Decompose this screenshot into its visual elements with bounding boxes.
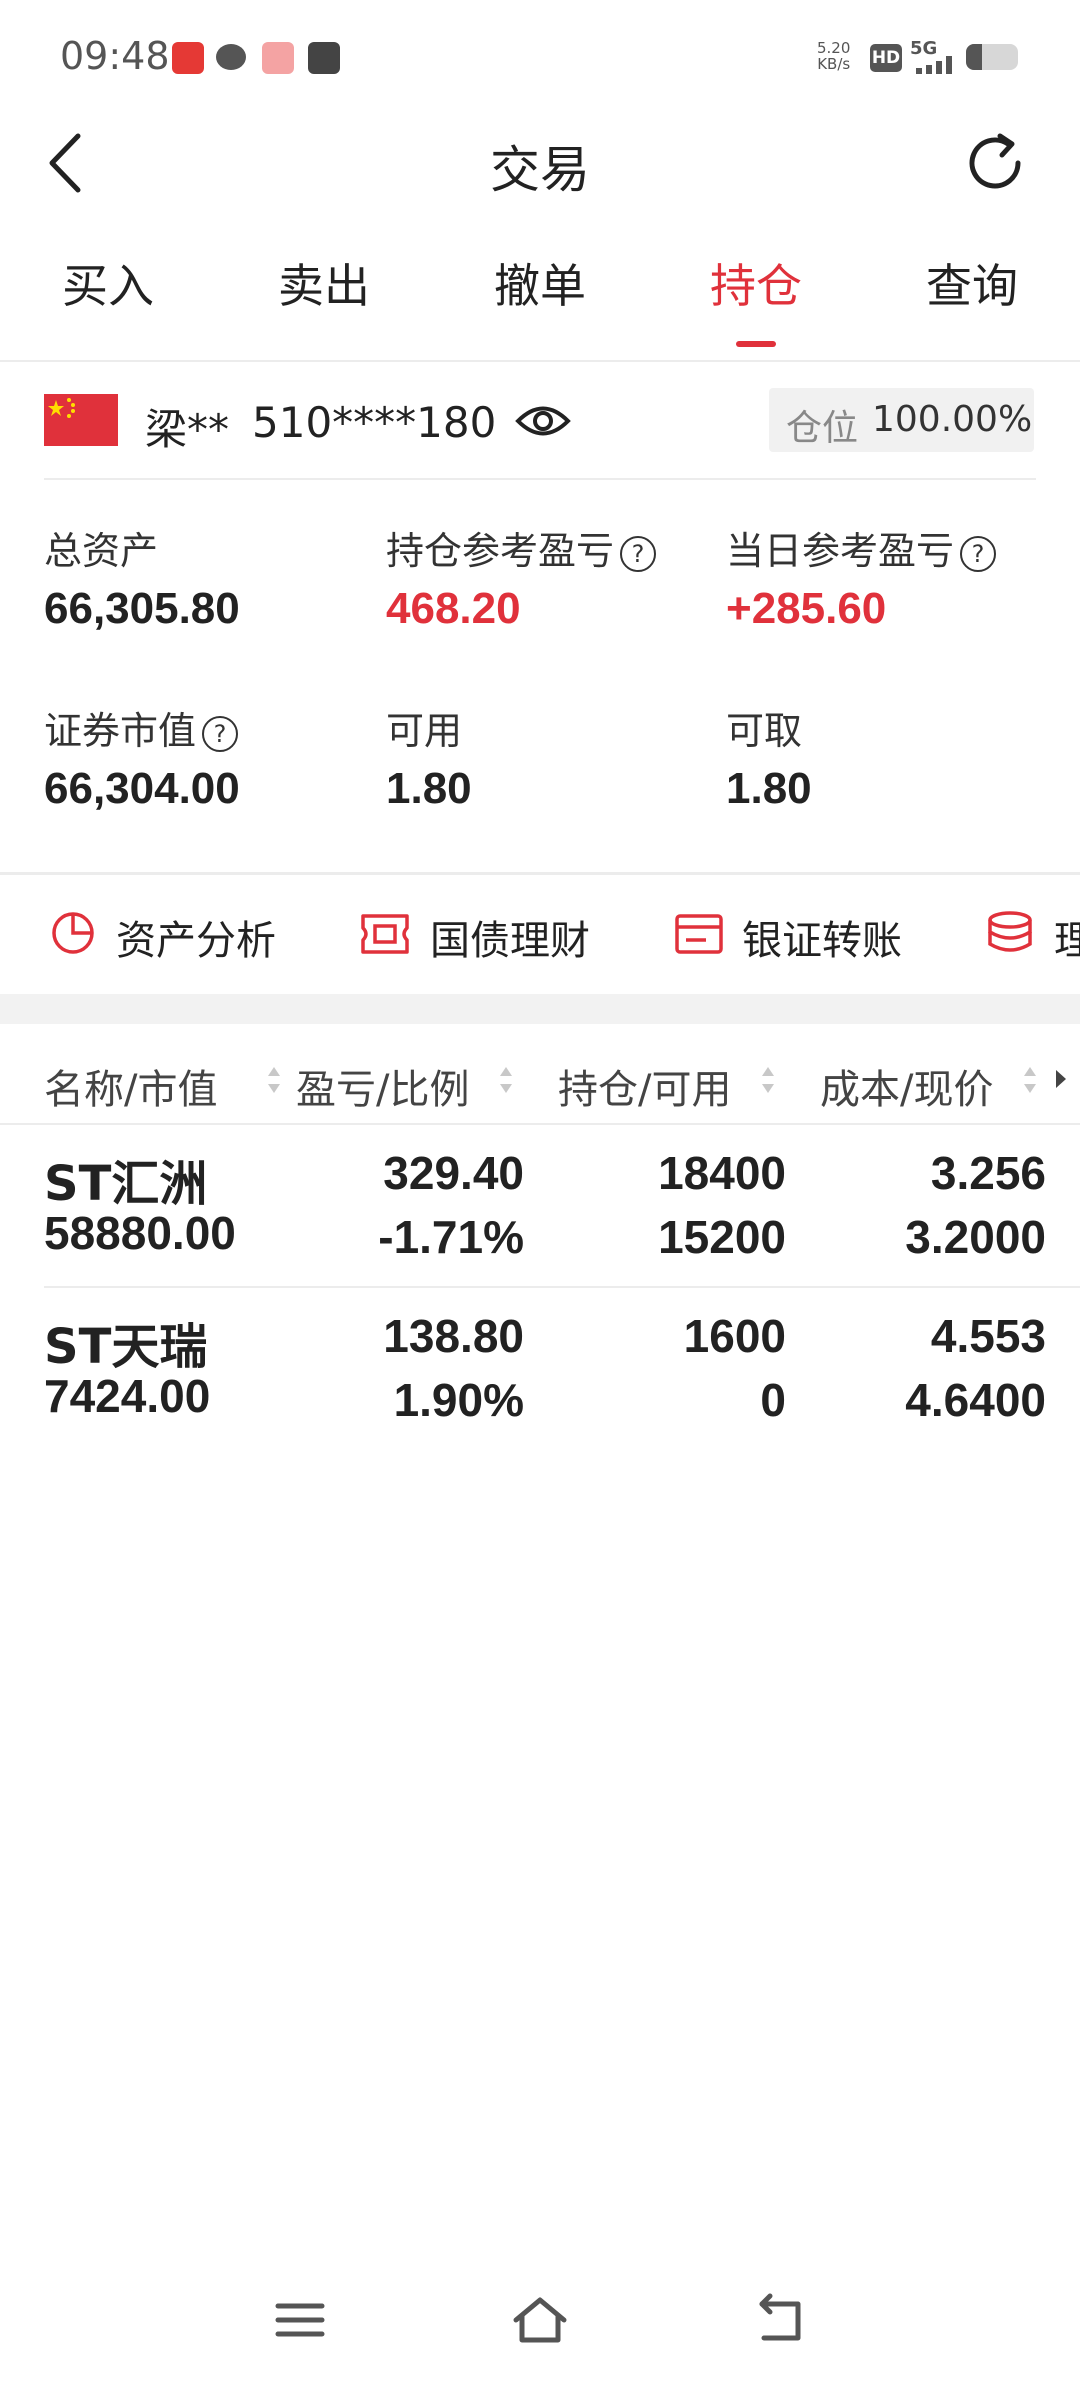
status-bar: 09:48 5.20 KB/s HD 5G — [0, 0, 1080, 110]
available-value: 1.80 — [386, 764, 472, 813]
shopping-bag-icon — [308, 42, 340, 74]
sort-icon[interactable] — [1022, 1064, 1038, 1096]
coins-stack-icon — [988, 911, 1032, 952]
profit-loss-ratio: 1.90% — [393, 1374, 524, 1426]
sort-icon[interactable] — [266, 1064, 282, 1096]
message-icon — [216, 44, 246, 70]
quick-action-asset-analysis[interactable]: 资产分析 — [50, 898, 290, 972]
profit-loss: 138.80 — [383, 1310, 524, 1362]
quick-action-label: 银证转账 — [742, 918, 902, 964]
tab-sell[interactable]: 卖出 — [216, 250, 432, 316]
eye-icon[interactable] — [514, 396, 572, 446]
securities-value-value: 66,304.00 — [44, 764, 240, 813]
daily-pl-label: 当日参考盈亏 — [726, 529, 955, 573]
position-value: 100.00% — [872, 399, 1033, 440]
holding-quantity: 18400 — [658, 1147, 786, 1199]
sort-icon[interactable] — [760, 1064, 776, 1096]
trade-tabs: 买入 卖出 撤单 持仓 查询 — [0, 250, 1080, 360]
daily-pl-label-group: 当日参考盈亏? — [726, 520, 997, 575]
row-divider — [44, 1286, 1080, 1288]
quick-action-label: 资产分析 — [116, 918, 276, 964]
holding-quantity: 1600 — [683, 1310, 786, 1362]
active-tab-indicator — [736, 341, 776, 347]
game-app-icon — [262, 42, 294, 74]
metrics-divider — [0, 872, 1080, 875]
daily-pl-value: +285.60 — [726, 584, 887, 633]
tab-cancel-order[interactable]: 撤单 — [432, 250, 648, 316]
column-header-pl[interactable]: 盈亏/比例 — [296, 1057, 469, 1115]
network-speed-value: 5.20 — [817, 39, 851, 57]
back-nav-icon[interactable] — [750, 2290, 810, 2350]
cost-price: 3.256 — [930, 1147, 1046, 1199]
cost-price: 4.553 — [930, 1310, 1046, 1362]
china-flag-icon — [44, 394, 118, 446]
help-icon[interactable]: ? — [960, 535, 997, 572]
account-id: 510****180 — [252, 398, 497, 447]
column-header-name[interactable]: 名称/市值 — [44, 1057, 217, 1115]
scroll-right-icon[interactable] — [1054, 1068, 1068, 1090]
account-divider — [44, 478, 1036, 480]
section-separator — [0, 994, 1080, 1024]
column-header-cost[interactable]: 成本/现价 — [820, 1057, 993, 1115]
current-price: 4.6400 — [905, 1374, 1046, 1426]
tab-holdings[interactable]: 持仓 — [648, 250, 864, 316]
pie-chart-icon — [52, 912, 94, 954]
account-name: 梁** — [145, 405, 230, 454]
quick-action-label: 国债理财 — [430, 918, 590, 964]
position-label: 仓位 — [786, 408, 859, 449]
available-quantity: 0 — [760, 1374, 786, 1426]
tabs-divider — [0, 360, 1080, 362]
holding-pl-label-group: 持仓参考盈亏? — [386, 520, 657, 575]
refresh-icon[interactable] — [960, 128, 1030, 198]
column-header-holding[interactable]: 持仓/可用 — [558, 1057, 731, 1115]
withdrawable-label: 可取 — [726, 709, 803, 753]
quick-action-label: 理 — [1054, 918, 1080, 964]
total-assets-label: 总资产 — [44, 529, 159, 573]
table-row[interactable]: ST汇洲 58880.00 329.40 -1.71% 18400 15200 … — [0, 1126, 1080, 1286]
signal-icon — [916, 56, 952, 74]
card-transfer-icon — [675, 914, 723, 954]
network-speed: 5.20 KB/s — [817, 40, 850, 72]
current-price: 3.2000 — [905, 1211, 1046, 1263]
securities-value-label-group: 证券市值? — [44, 700, 239, 755]
status-time: 09:48 — [60, 34, 170, 78]
available-label: 可用 — [386, 709, 463, 753]
help-icon[interactable]: ? — [202, 715, 239, 752]
menu-icon[interactable] — [270, 2290, 330, 2350]
available-quantity: 15200 — [658, 1211, 786, 1263]
profit-loss: 329.40 — [383, 1147, 524, 1199]
securities-value-label: 证券市值 — [44, 709, 197, 753]
market-value: 7424.00 — [44, 1370, 211, 1422]
home-icon[interactable] — [510, 2290, 570, 2350]
hd-badge: HD — [870, 44, 902, 72]
quick-action-bank-transfer[interactable]: 银证转账 — [674, 898, 924, 972]
sort-icon[interactable] — [498, 1064, 514, 1096]
battery-level — [966, 44, 982, 70]
battery-icon — [966, 44, 1018, 70]
ticket-icon — [361, 914, 409, 954]
profit-loss-ratio: -1.71% — [378, 1211, 524, 1263]
quick-action-more[interactable]: 理 — [986, 898, 1080, 972]
tab-query[interactable]: 查询 — [864, 250, 1080, 316]
tab-buy[interactable]: 买入 — [0, 250, 216, 316]
quick-action-treasury[interactable]: 国债理财 — [360, 898, 610, 972]
page-title: 交易 — [490, 141, 590, 199]
market-value: 58880.00 — [44, 1207, 236, 1259]
withdrawable-value: 1.80 — [726, 764, 812, 813]
holding-pl-value: 468.20 — [386, 584, 521, 633]
stock-name: ST汇洲 — [44, 1156, 208, 1212]
table-row[interactable]: ST天瑞 7424.00 138.80 1.90% 1600 0 4.553 4… — [0, 1289, 1080, 1449]
network-speed-unit: KB/s — [817, 55, 851, 73]
stock-name: ST天瑞 — [44, 1319, 208, 1375]
help-icon[interactable]: ? — [620, 535, 657, 572]
brokerage-app-icon — [172, 42, 204, 74]
total-assets-value: 66,305.80 — [44, 584, 240, 633]
table-header-divider — [0, 1123, 1080, 1125]
holding-pl-label: 持仓参考盈亏 — [386, 529, 615, 573]
